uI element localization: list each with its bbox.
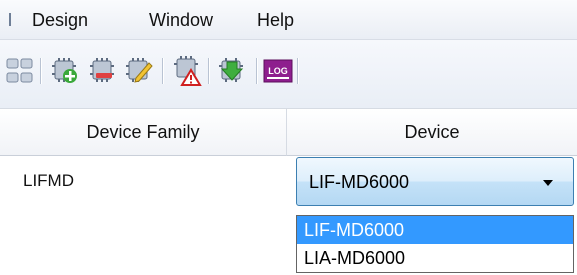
column-header-device-family[interactable]: Device Family xyxy=(0,108,287,156)
add-device-icon[interactable] xyxy=(50,56,80,86)
toolbar: LOG xyxy=(0,40,577,108)
device-combobox-value: LIF-MD6000 xyxy=(309,172,410,192)
device-combobox[interactable]: LIF-MD6000 xyxy=(296,157,574,206)
download-device-icon[interactable] xyxy=(217,56,247,86)
column-header-device[interactable]: Device xyxy=(287,108,577,156)
menu-bar-edge xyxy=(9,13,11,26)
warning-device-icon[interactable] xyxy=(172,56,202,86)
device-family-cell: LIFMD xyxy=(23,171,74,190)
toolbar-separator xyxy=(256,58,257,84)
toolbar-separator xyxy=(40,58,41,84)
toolbar-separator xyxy=(208,58,209,84)
menu-window[interactable]: Window xyxy=(149,8,213,32)
chevron-down-icon[interactable] xyxy=(543,180,553,186)
log-icon[interactable]: LOG xyxy=(263,56,293,86)
menu-help[interactable]: Help xyxy=(257,8,294,32)
device-dropdown-list: LIF-MD6000 LIA-MD6000 xyxy=(296,215,574,273)
menu-design[interactable]: Design xyxy=(32,8,88,32)
remove-device-icon[interactable] xyxy=(88,56,118,86)
toolbar-separator xyxy=(162,58,163,84)
menu-bar: Design Window Help xyxy=(0,0,577,40)
device-grid-icon[interactable] xyxy=(6,56,36,86)
toolbar-separator xyxy=(297,58,298,84)
edit-device-icon[interactable] xyxy=(124,56,154,86)
dropdown-option-lia-md6000[interactable]: LIA-MD6000 xyxy=(297,244,573,272)
log-icon-text: LOG xyxy=(268,66,288,76)
dropdown-option-lif-md6000[interactable]: LIF-MD6000 xyxy=(297,216,573,244)
